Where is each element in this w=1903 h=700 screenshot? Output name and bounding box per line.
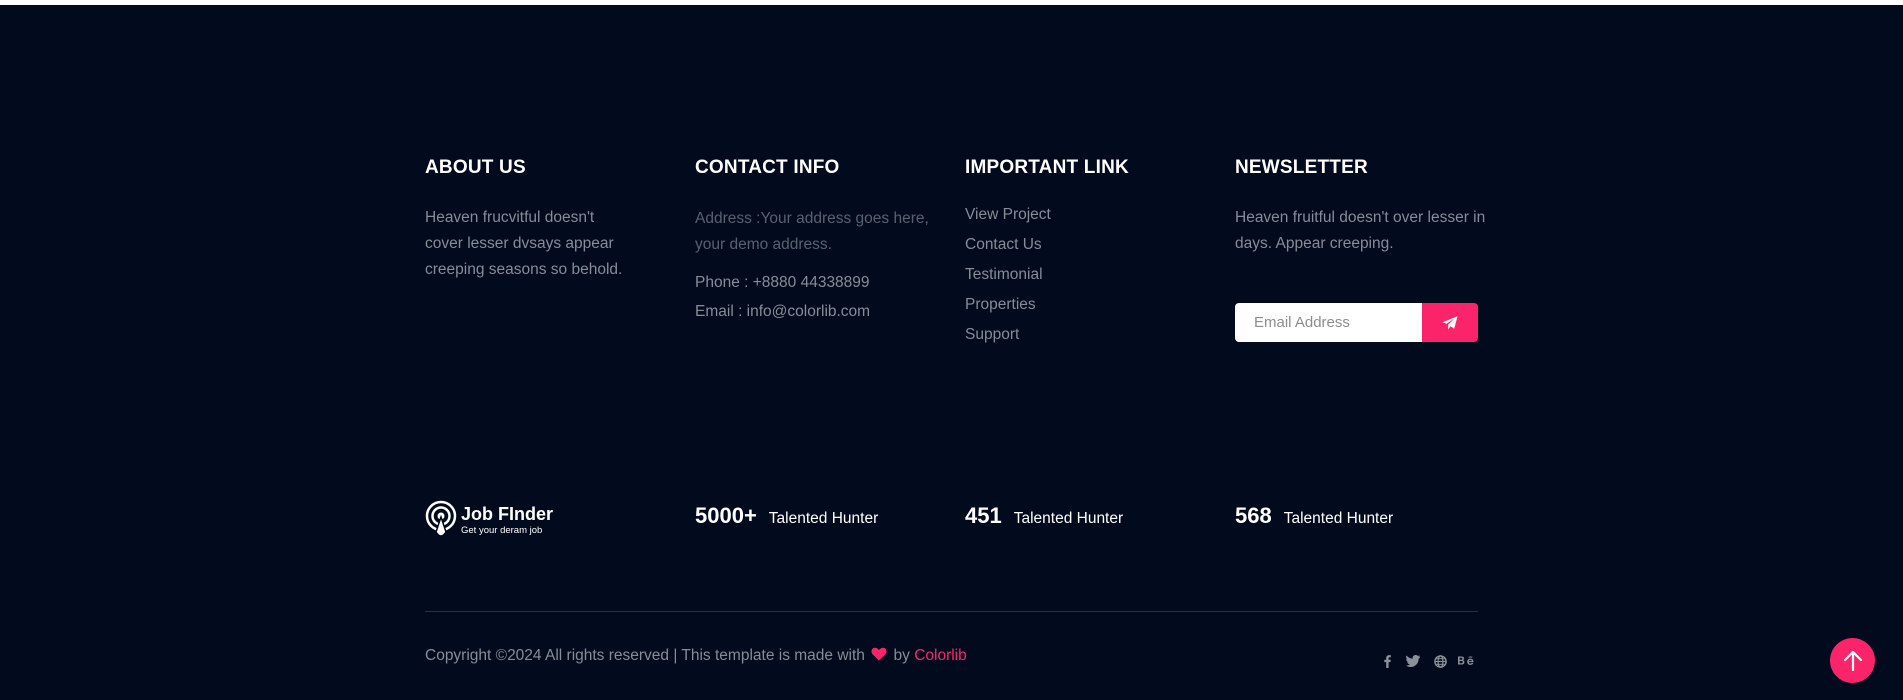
stat-item: 451 Talented Hunter [965, 503, 1123, 529]
scroll-to-top-button[interactable] [1830, 638, 1875, 683]
address-line: Address :Your address goes here, [695, 210, 929, 227]
heart-icon [871, 647, 887, 661]
links-list: View Project Contact Us Testimonial Prop… [965, 200, 1051, 350]
stat-number: 5000+ [695, 503, 757, 528]
stat-number: 568 [1235, 503, 1272, 528]
job-finder-logo-icon [425, 500, 457, 537]
twitter-link[interactable] [1406, 652, 1420, 670]
footer-logo[interactable]: Job FInder Get your deram job [425, 500, 553, 540]
globe-link[interactable] [1433, 652, 1447, 670]
newsletter-line: days. Appear creeping. [1235, 235, 1394, 252]
stat-label: Talented Hunter [768, 510, 879, 527]
about-line: Heaven frucvitful doesn't [425, 209, 595, 226]
newsletter-text: Heaven fruitful doesn't over lesser in d… [1235, 205, 1485, 257]
colorlib-link[interactable]: Colorlib [914, 647, 967, 664]
address-line: your demo address. [695, 236, 832, 253]
stat-label: Talented Hunter [1013, 510, 1124, 527]
link-testimonial[interactable]: Testimonial [965, 260, 1051, 290]
copyright: Copyright ©2024 All rights reserved | Th… [425, 647, 967, 665]
about-text: Heaven frucvitful doesn't cover lesser d… [425, 205, 622, 283]
newsletter-submit-button[interactable] [1422, 303, 1478, 342]
link-properties[interactable]: Properties [965, 290, 1051, 320]
newsletter-email-input[interactable] [1235, 303, 1422, 342]
link-contact-us[interactable]: Contact Us [965, 230, 1051, 260]
contact-phone: Phone : +8880 44338899 [695, 274, 870, 291]
logo-tagline: Get your deram job [461, 524, 543, 536]
facebook-link[interactable] [1380, 652, 1394, 670]
newsletter-title: NEWSLETTER [1235, 157, 1368, 178]
stat-number: 451 [965, 503, 1002, 528]
about-line: cover lesser dvsays appear [425, 235, 614, 252]
contact-address: Address :Your address goes here, your de… [695, 206, 929, 258]
about-line: creeping seasons so behold. [425, 261, 623, 278]
behance-link[interactable] [1458, 652, 1475, 670]
twitter-icon [1406, 655, 1420, 667]
contact-email: Email : info@colorlib.com [695, 303, 871, 320]
copyright-text: Copyright ©2024 All rights reserved | Th… [425, 647, 865, 664]
copyright-by: by [893, 647, 910, 664]
link-support[interactable]: Support [965, 320, 1051, 350]
facebook-icon [1383, 654, 1391, 668]
footer [0, 5, 1903, 700]
links-title: IMPORTANT LINK [965, 157, 1129, 178]
footer-divider [425, 611, 1478, 612]
social-links [1380, 652, 1475, 670]
logo-text: Job FInder Get your deram job [461, 505, 553, 536]
link-view-project[interactable]: View Project [965, 200, 1051, 230]
behance-icon [1458, 656, 1474, 665]
newsletter-line: Heaven fruitful doesn't over lesser in [1235, 209, 1486, 226]
stat-item: 568 Talented Hunter [1235, 503, 1393, 529]
stat-label: Talented Hunter [1283, 510, 1394, 527]
globe-icon [1433, 654, 1447, 668]
arrow-up-icon [1843, 650, 1862, 671]
paper-plane-icon [1442, 315, 1458, 329]
contact-title: CONTACT INFO [695, 157, 840, 178]
stat-item: 5000+ Talented Hunter [695, 503, 878, 529]
logo-name: Job FInder [461, 503, 554, 524]
about-title: ABOUT US [425, 157, 526, 178]
